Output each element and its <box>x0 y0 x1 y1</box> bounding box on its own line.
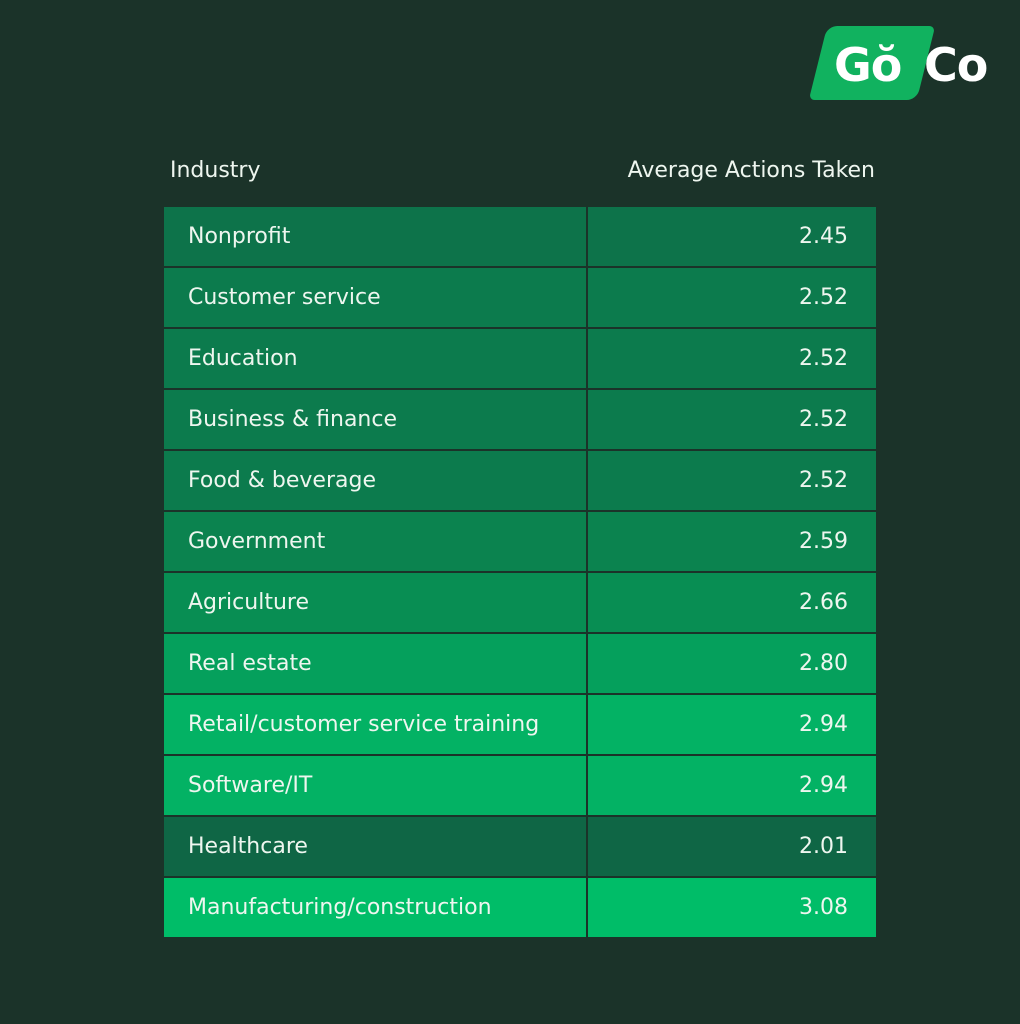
industry-cell: Customer service <box>164 268 586 327</box>
table-row: Customer service 2.52 <box>164 268 876 327</box>
industry-cell: Manufacturing/construction <box>164 878 586 937</box>
value-cell: 2.94 <box>588 695 876 754</box>
goco-logo: Gŏ Co <box>808 26 998 102</box>
industry-cell: Software/IT <box>164 756 586 815</box>
value-cell: 2.52 <box>588 268 876 327</box>
logo-text-go: Gŏ <box>834 38 902 92</box>
value-cell: 2.52 <box>588 329 876 388</box>
value-cell: 2.52 <box>588 390 876 449</box>
value-cell: 3.08 <box>588 878 876 937</box>
value-cell: 2.66 <box>588 573 876 632</box>
value-cell: 2.59 <box>588 512 876 571</box>
industry-cell: Food & beverage <box>164 451 586 510</box>
table-row: Food & beverage 2.52 <box>164 451 876 510</box>
column-header-average-actions: Average Actions Taken <box>627 158 875 183</box>
value-cell: 2.01 <box>588 817 876 876</box>
industry-cell: Agriculture <box>164 573 586 632</box>
table-row: Software/IT 2.94 <box>164 756 876 815</box>
column-header-industry: Industry <box>170 158 261 183</box>
industry-cell: Real estate <box>164 634 586 693</box>
industry-cell: Nonprofit <box>164 207 586 266</box>
table-row: Government 2.59 <box>164 512 876 571</box>
industry-cell: Education <box>164 329 586 388</box>
industry-cell: Healthcare <box>164 817 586 876</box>
logo-text-co: Co <box>924 38 988 92</box>
table-row: Nonprofit 2.45 <box>164 207 876 266</box>
table-row: Retail/customer service training 2.94 <box>164 695 876 754</box>
table-row: Education 2.52 <box>164 329 876 388</box>
industry-cell: Retail/customer service training <box>164 695 586 754</box>
table-row: Manufacturing/construction 3.08 <box>164 878 876 937</box>
table-row: Agriculture 2.66 <box>164 573 876 632</box>
industry-table: Nonprofit 2.45 Customer service 2.52 Educati… <box>164 207 876 939</box>
value-cell: 2.45 <box>588 207 876 266</box>
value-cell: 2.52 <box>588 451 876 510</box>
value-cell: 2.80 <box>588 634 876 693</box>
value-cell: 2.94 <box>588 756 876 815</box>
industry-cell: Business & finance <box>164 390 586 449</box>
table-row: Real estate 2.80 <box>164 634 876 693</box>
industry-cell: Government <box>164 512 586 571</box>
table-row: Healthcare 2.01 <box>164 817 876 876</box>
table-row: Business & finance 2.52 <box>164 390 876 449</box>
